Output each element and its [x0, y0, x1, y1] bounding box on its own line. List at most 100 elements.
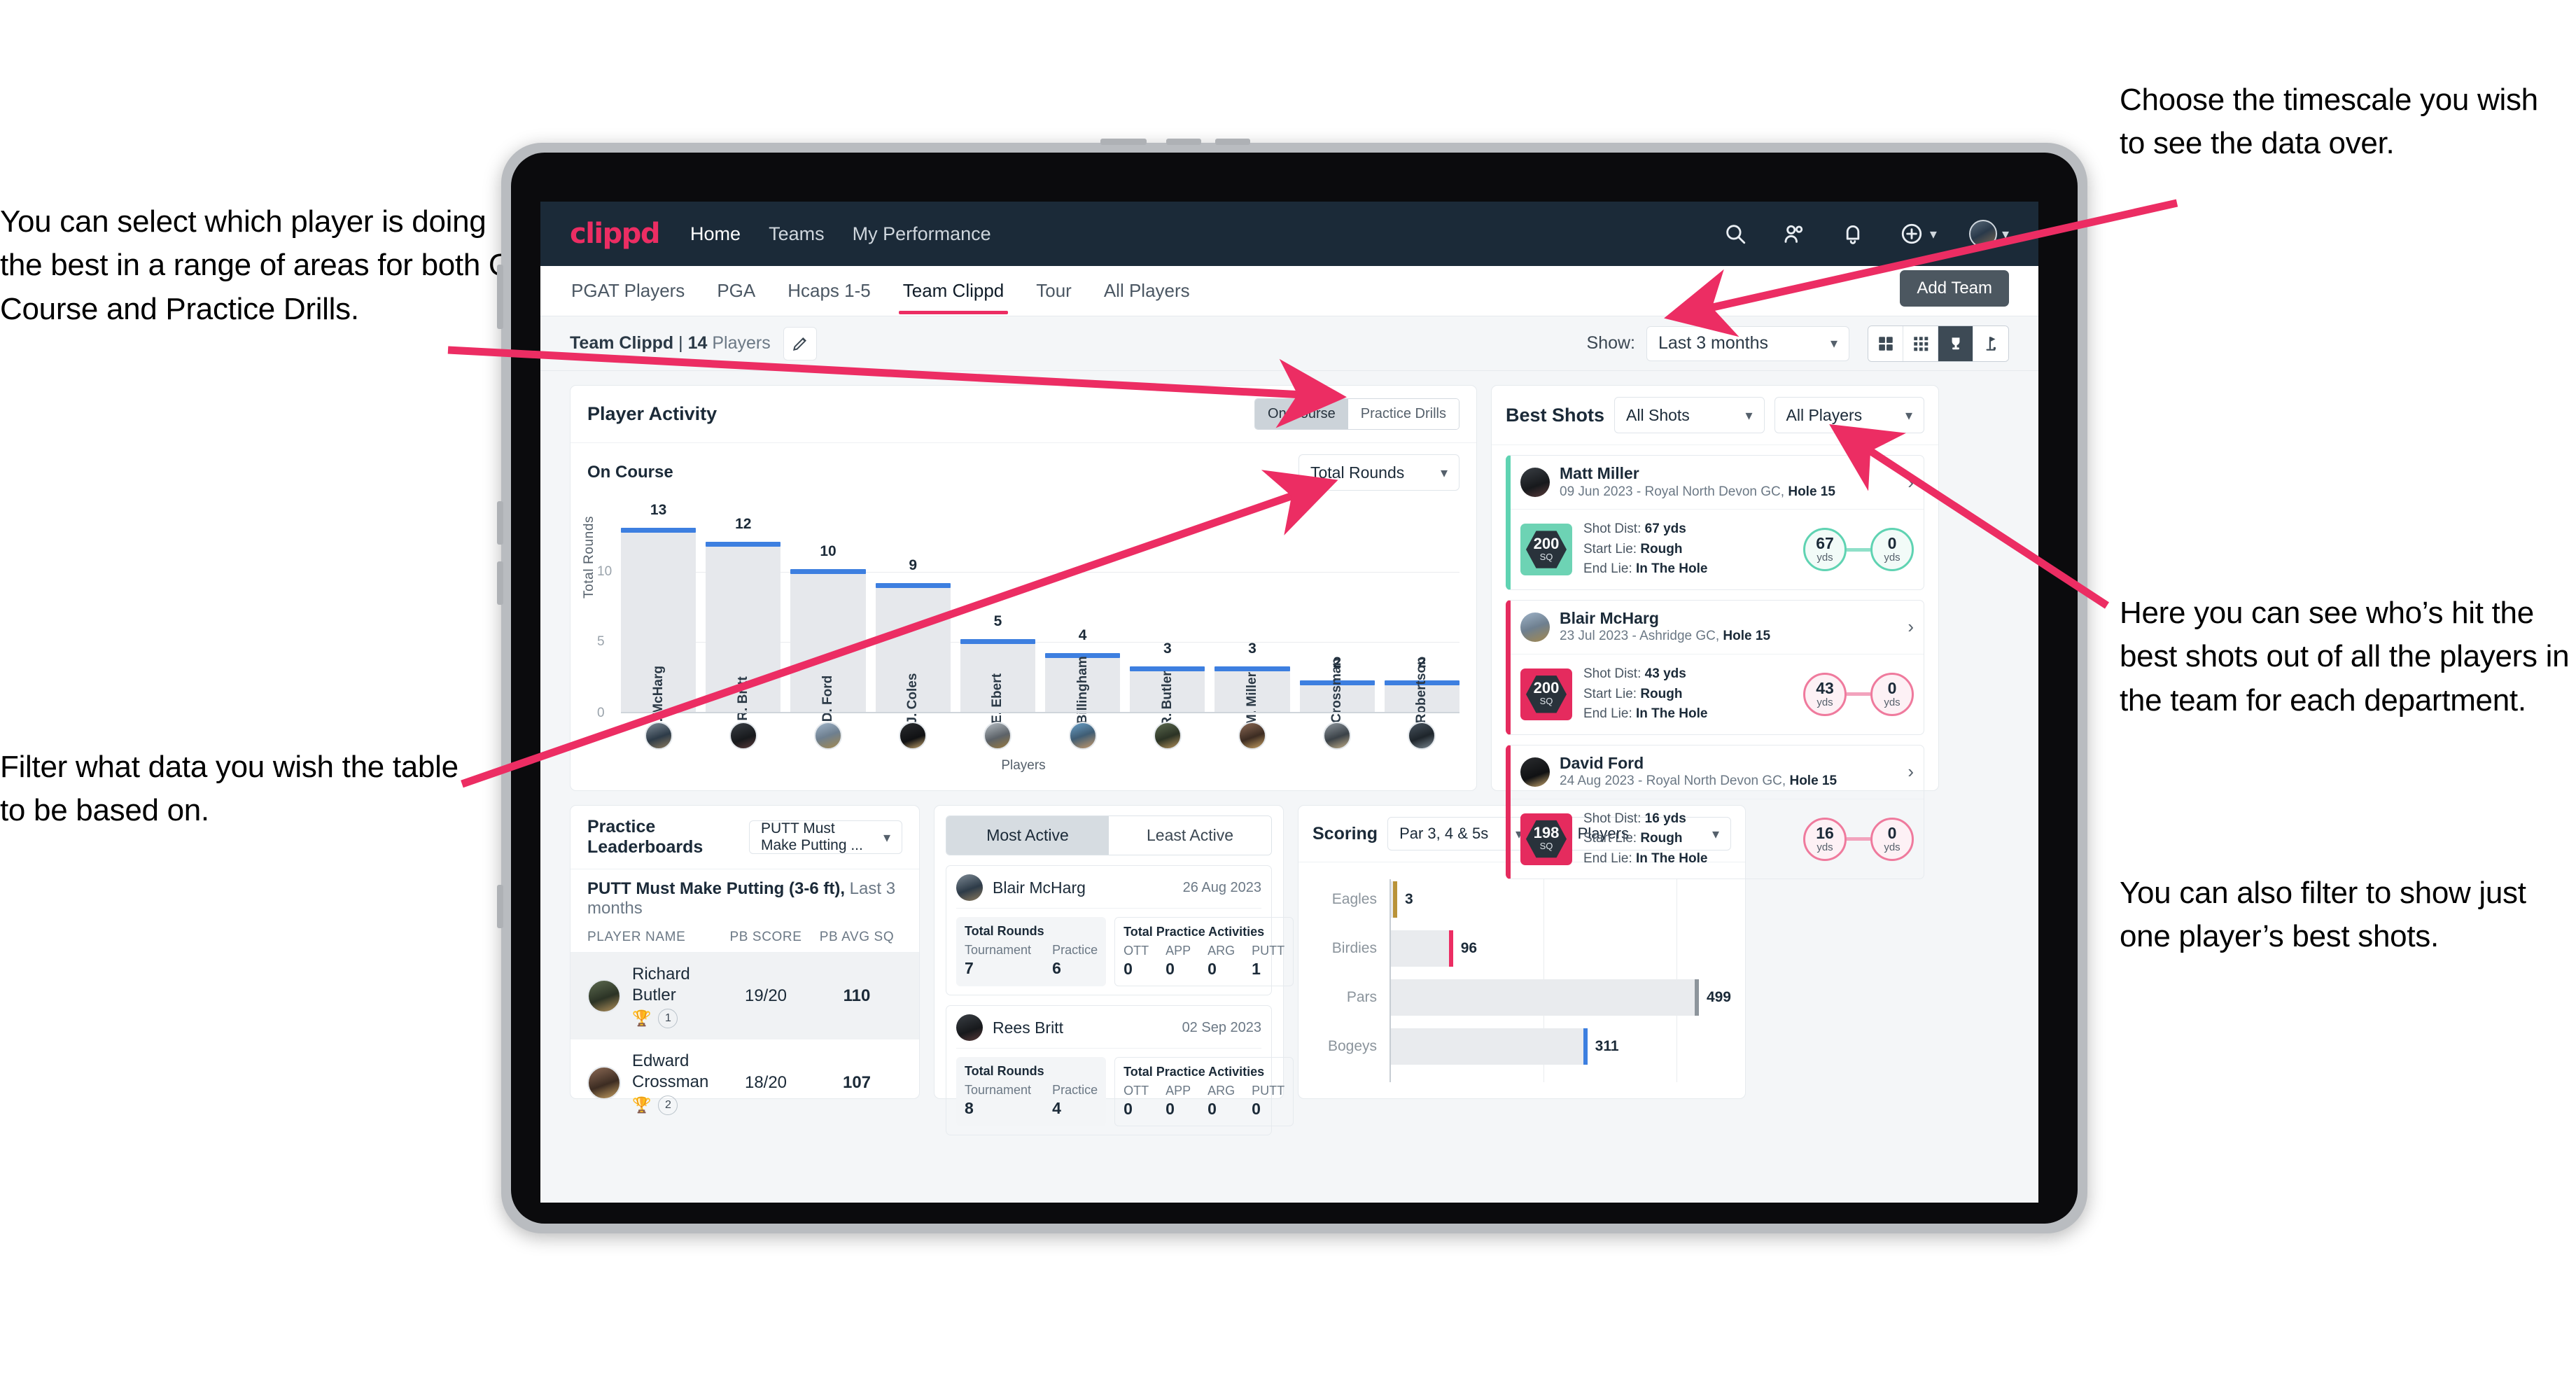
- bar[interactable]: 2 E. Crossman: [1299, 654, 1375, 739]
- bar[interactable]: 13 B. McHarg: [621, 502, 696, 732]
- bar-column[interactable]: 3 M. Miller: [1214, 517, 1290, 725]
- tab-pgat-players[interactable]: PGAT Players: [570, 267, 686, 314]
- bar[interactable]: 2 C. Robertson: [1384, 654, 1460, 741]
- best-shot-card[interactable]: David Ford 24 Aug 2023 - Royal North Devo…: [1506, 744, 1924, 880]
- timescale-select[interactable]: Last 3 months ▾: [1646, 326, 1849, 361]
- chevron-right-icon[interactable]: ›: [1900, 616, 1914, 638]
- bar-column[interactable]: 5 E. Ebert: [960, 517, 1036, 724]
- practice-key: PUTT: [1252, 944, 1285, 958]
- avatar[interactable]: [1068, 722, 1097, 750]
- tab-most-active[interactable]: Most Active: [946, 816, 1109, 855]
- avatar[interactable]: [1520, 612, 1550, 642]
- bar[interactable]: 3 M. Miller: [1214, 640, 1290, 725]
- avatar[interactable]: [644, 722, 673, 750]
- avatar[interactable]: [1520, 468, 1550, 498]
- tab-tour[interactable]: Tour: [1035, 267, 1073, 314]
- scoring-row[interactable]: Birdies 96: [1312, 928, 1731, 969]
- scoring-bar[interactable]: [1391, 881, 1397, 918]
- tab-team-clippd[interactable]: Team Clippd: [898, 267, 1008, 314]
- scoring-bar[interactable]: [1391, 979, 1699, 1016]
- avatar[interactable]: [1153, 722, 1182, 750]
- tab-least-active[interactable]: Least Active: [1109, 816, 1271, 855]
- bell-icon[interactable]: [1840, 220, 1866, 247]
- flag-icon[interactable]: [1973, 326, 2008, 361]
- avatar[interactable]: [1520, 757, 1550, 787]
- end-lie-value: In The Hole: [1636, 706, 1708, 722]
- scoring-bar[interactable]: [1391, 1028, 1588, 1065]
- bar-cap: [790, 569, 866, 575]
- activity-card-item[interactable]: Rees Britt 02 Sep 2023 Total Rounds Tournam…: [946, 1005, 1294, 1135]
- people-icon[interactable]: [1781, 220, 1807, 247]
- bar[interactable]: 9 J. Coles: [875, 557, 951, 724]
- drill-select[interactable]: PUTT Must Make Putting ... ▾: [748, 820, 902, 854]
- chevron-down-icon-profile[interactable]: ▾: [2002, 225, 2009, 243]
- avatar[interactable]: [1968, 220, 1997, 248]
- bar[interactable]: 3 R. Butler: [1130, 640, 1205, 727]
- best-shot-card[interactable]: Blair McHarg 23 Jul 2023 - Ashridge GC, H…: [1506, 599, 1924, 735]
- avatar[interactable]: [587, 979, 621, 1013]
- metric-select[interactable]: Total Rounds ▾: [1298, 454, 1460, 491]
- bar-column[interactable]: 12 R. Britt: [706, 516, 781, 721]
- leaderboard-row[interactable]: Richard Butler 🏆 1 19/20 110: [570, 953, 919, 1040]
- avatar[interactable]: [956, 874, 983, 901]
- grid-small-icon[interactable]: [1903, 326, 1938, 361]
- shot-dist-value: 16 yds: [1644, 811, 1686, 826]
- segment-practice-drills[interactable]: Practice Drills: [1348, 399, 1459, 429]
- leaderboard-row[interactable]: Edward Crossman 🏆 2 18/20 107: [570, 1040, 919, 1126]
- chevron-right-icon[interactable]: ›: [1900, 761, 1914, 783]
- bar-column[interactable]: 2 E. Crossman: [1299, 517, 1375, 739]
- best-shot-date: 23 Jul 2023: [1560, 629, 1629, 644]
- bar-cap: [706, 541, 781, 547]
- bar-column[interactable]: 13 B. McHarg: [621, 502, 696, 732]
- nav-link-teams[interactable]: Teams: [769, 223, 825, 245]
- chevron-down-icon-add[interactable]: ▾: [1930, 225, 1937, 243]
- search-icon[interactable]: [1722, 220, 1749, 247]
- player-activity-sublabel: On Course: [587, 463, 673, 482]
- bar-column[interactable]: 2 C. Robertson: [1384, 517, 1460, 741]
- best-shots-player-filter[interactable]: All Players ▾: [1774, 397, 1924, 433]
- avatar[interactable]: [587, 1066, 621, 1100]
- best-shot-card[interactable]: Matt Miller 09 Jun 2023 - Royal North Dev…: [1506, 455, 1924, 590]
- scoring-row[interactable]: Pars 499: [1312, 977, 1731, 1018]
- bar[interactable]: 5 E. Ebert: [960, 613, 1036, 724]
- avatar[interactable]: [1323, 722, 1352, 750]
- avatar[interactable]: [956, 1014, 983, 1041]
- best-shots-card: Best Shots All Shots ▾ All Players ▾ Mat…: [1491, 385, 1939, 880]
- bar-column[interactable]: 4 D. Billingham: [1045, 517, 1121, 741]
- avatar[interactable]: [899, 722, 927, 750]
- bar-column[interactable]: 10 D. Ford: [790, 517, 866, 722]
- best-shots-shot-filter[interactable]: All Shots ▾: [1614, 397, 1765, 433]
- trophy-icon: 🏆: [632, 1009, 652, 1027]
- avatar[interactable]: [1238, 722, 1267, 750]
- shot-quality-badge: 200 SQ: [1520, 524, 1572, 576]
- plus-circle-icon[interactable]: [1898, 220, 1925, 247]
- grid-large-icon[interactable]: [1868, 326, 1903, 361]
- avatar[interactable]: [729, 722, 757, 750]
- scoring-row[interactable]: Bogeys 311: [1312, 1026, 1731, 1067]
- practice-leaderboards-subtitle: PUTT Must Make Putting (3-6 ft), Last 3 …: [570, 869, 919, 925]
- scoring-row[interactable]: Eagles 3: [1312, 879, 1731, 920]
- rank-badge: 2: [658, 1096, 678, 1115]
- avatar[interactable]: [983, 722, 1012, 750]
- bar[interactable]: 10 D. Ford: [790, 543, 866, 722]
- tab-hcaps-1-5[interactable]: Hcaps 1-5: [786, 267, 872, 314]
- avatar[interactable]: [814, 722, 842, 750]
- chevron-right-icon[interactable]: ›: [1900, 472, 1914, 493]
- nav-link-home[interactable]: Home: [690, 223, 741, 245]
- bar-column[interactable]: 3 R. Butler: [1130, 517, 1205, 727]
- bar-column[interactable]: 9 J. Coles: [875, 517, 951, 724]
- avatar[interactable]: [1408, 722, 1436, 750]
- edit-team-button[interactable]: [783, 326, 817, 360]
- nav-link-my-performance[interactable]: My Performance: [853, 223, 991, 245]
- trophy-icon[interactable]: [1938, 326, 1973, 361]
- clippd-logo[interactable]: clippd: [570, 218, 661, 250]
- bar[interactable]: 12 R. Britt: [706, 516, 781, 721]
- segment-on-course[interactable]: On Course: [1255, 399, 1348, 429]
- tab-all-players[interactable]: All Players: [1102, 267, 1191, 314]
- shot-start-distance: 43 yds: [1803, 672, 1847, 716]
- activity-card-item[interactable]: Blair McHarg 26 Aug 2023 Total Rounds Tourn…: [946, 865, 1294, 995]
- end-lie-value: In The Hole: [1636, 850, 1708, 866]
- tab-pga[interactable]: PGA: [715, 267, 757, 314]
- scoring-bar[interactable]: [1391, 930, 1453, 967]
- bar[interactable]: 4 D. Billingham: [1045, 627, 1121, 741]
